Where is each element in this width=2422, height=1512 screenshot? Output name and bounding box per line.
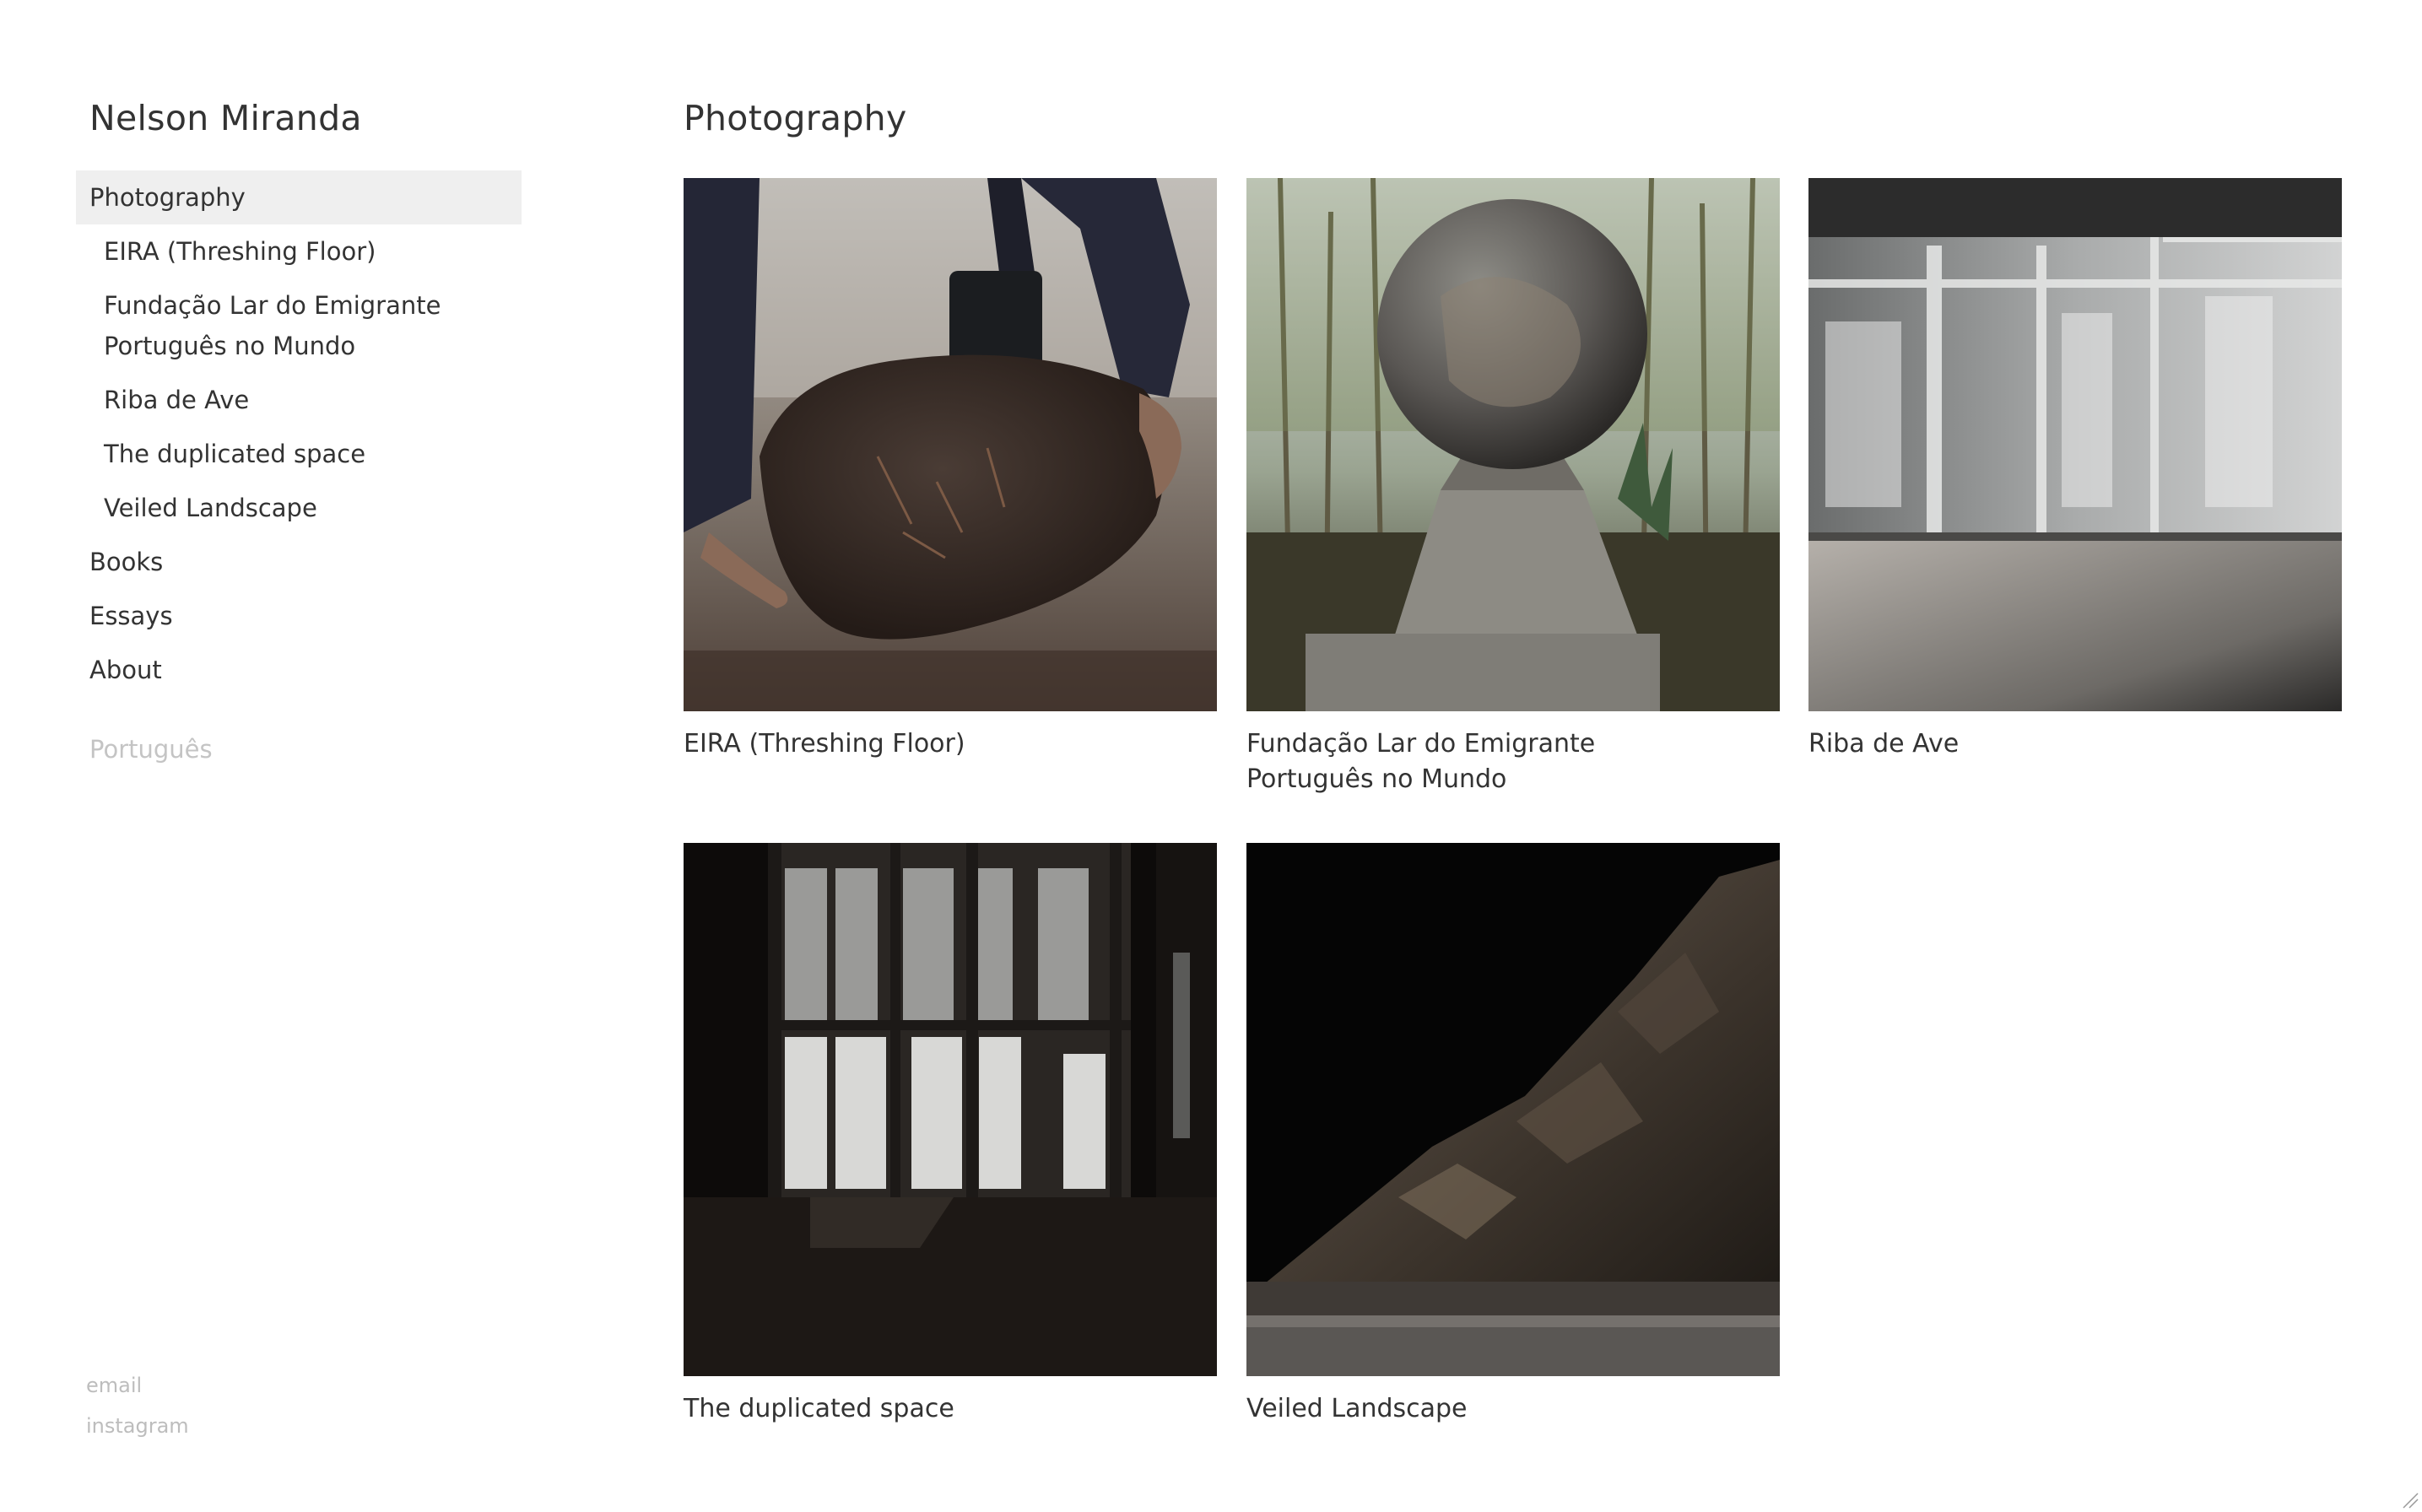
hands-lifting-clod-photo: [684, 178, 1217, 711]
project-caption: Riba de Ave: [1808, 729, 1960, 759]
nav-item-fundacao-line1: Fundação Lar do Emigrante: [104, 291, 441, 320]
nav-item-essays[interactable]: Essays: [76, 589, 522, 643]
nav-item-veiled-landscape[interactable]: Veiled Landscape: [76, 481, 522, 535]
project-caption: EIRA (Threshing Floor): [684, 729, 965, 759]
project-tile-fundacao[interactable]: Fundação Lar do Emigrante Português no M…: [1246, 178, 1780, 797]
footer-links: email instagram: [86, 1365, 189, 1446]
language-switch-link[interactable]: Português: [89, 729, 213, 770]
project-caption-line1: Fundação Lar do Emigrante: [1246, 729, 1596, 759]
nav-item-riba-de-ave[interactable]: Riba de Ave: [76, 373, 522, 427]
project-tile-riba-de-ave[interactable]: Riba de Ave: [1808, 178, 2342, 762]
nav-item-about[interactable]: About: [76, 643, 522, 697]
project-caption: Veiled Landscape: [1246, 1394, 1468, 1423]
resize-grip-icon[interactable]: [2400, 1490, 2419, 1509]
rock-slope-night-photo: [1246, 843, 1780, 1376]
dark-window-interior-photo: [684, 843, 1217, 1376]
instagram-link[interactable]: instagram: [86, 1406, 189, 1446]
email-link[interactable]: email: [86, 1365, 189, 1406]
project-caption: The duplicated space: [684, 1394, 954, 1423]
project-tile-eira[interactable]: EIRA (Threshing Floor): [684, 178, 1217, 762]
project-caption: Fundação Lar do Emigrante Português no M…: [1246, 726, 1780, 797]
nav-item-photography[interactable]: Photography: [76, 170, 522, 224]
nav-item-fundacao[interactable]: Fundação Lar do Emigrante Português no M…: [76, 278, 522, 373]
sidebar-nav: Photography EIRA (Threshing Floor) Funda…: [76, 170, 522, 697]
project-tile-veiled-landscape[interactable]: Veiled Landscape: [1246, 843, 1780, 1427]
sunlit-windows-interior-photo: [1808, 178, 2342, 711]
project-caption-line2: Português no Mundo: [1246, 764, 1507, 794]
nav-item-eira[interactable]: EIRA (Threshing Floor): [76, 224, 522, 278]
project-tile-duplicated-space[interactable]: The duplicated space: [684, 843, 1217, 1427]
stone-globe-monument-photo: [1246, 178, 1780, 711]
nav-item-duplicated-space[interactable]: The duplicated space: [76, 427, 522, 481]
nav-item-books[interactable]: Books: [76, 535, 522, 589]
site-title[interactable]: Nelson Miranda: [89, 91, 362, 145]
nav-item-fundacao-line2: Português no Mundo: [104, 332, 356, 360]
page-title: Photography: [684, 98, 907, 138]
